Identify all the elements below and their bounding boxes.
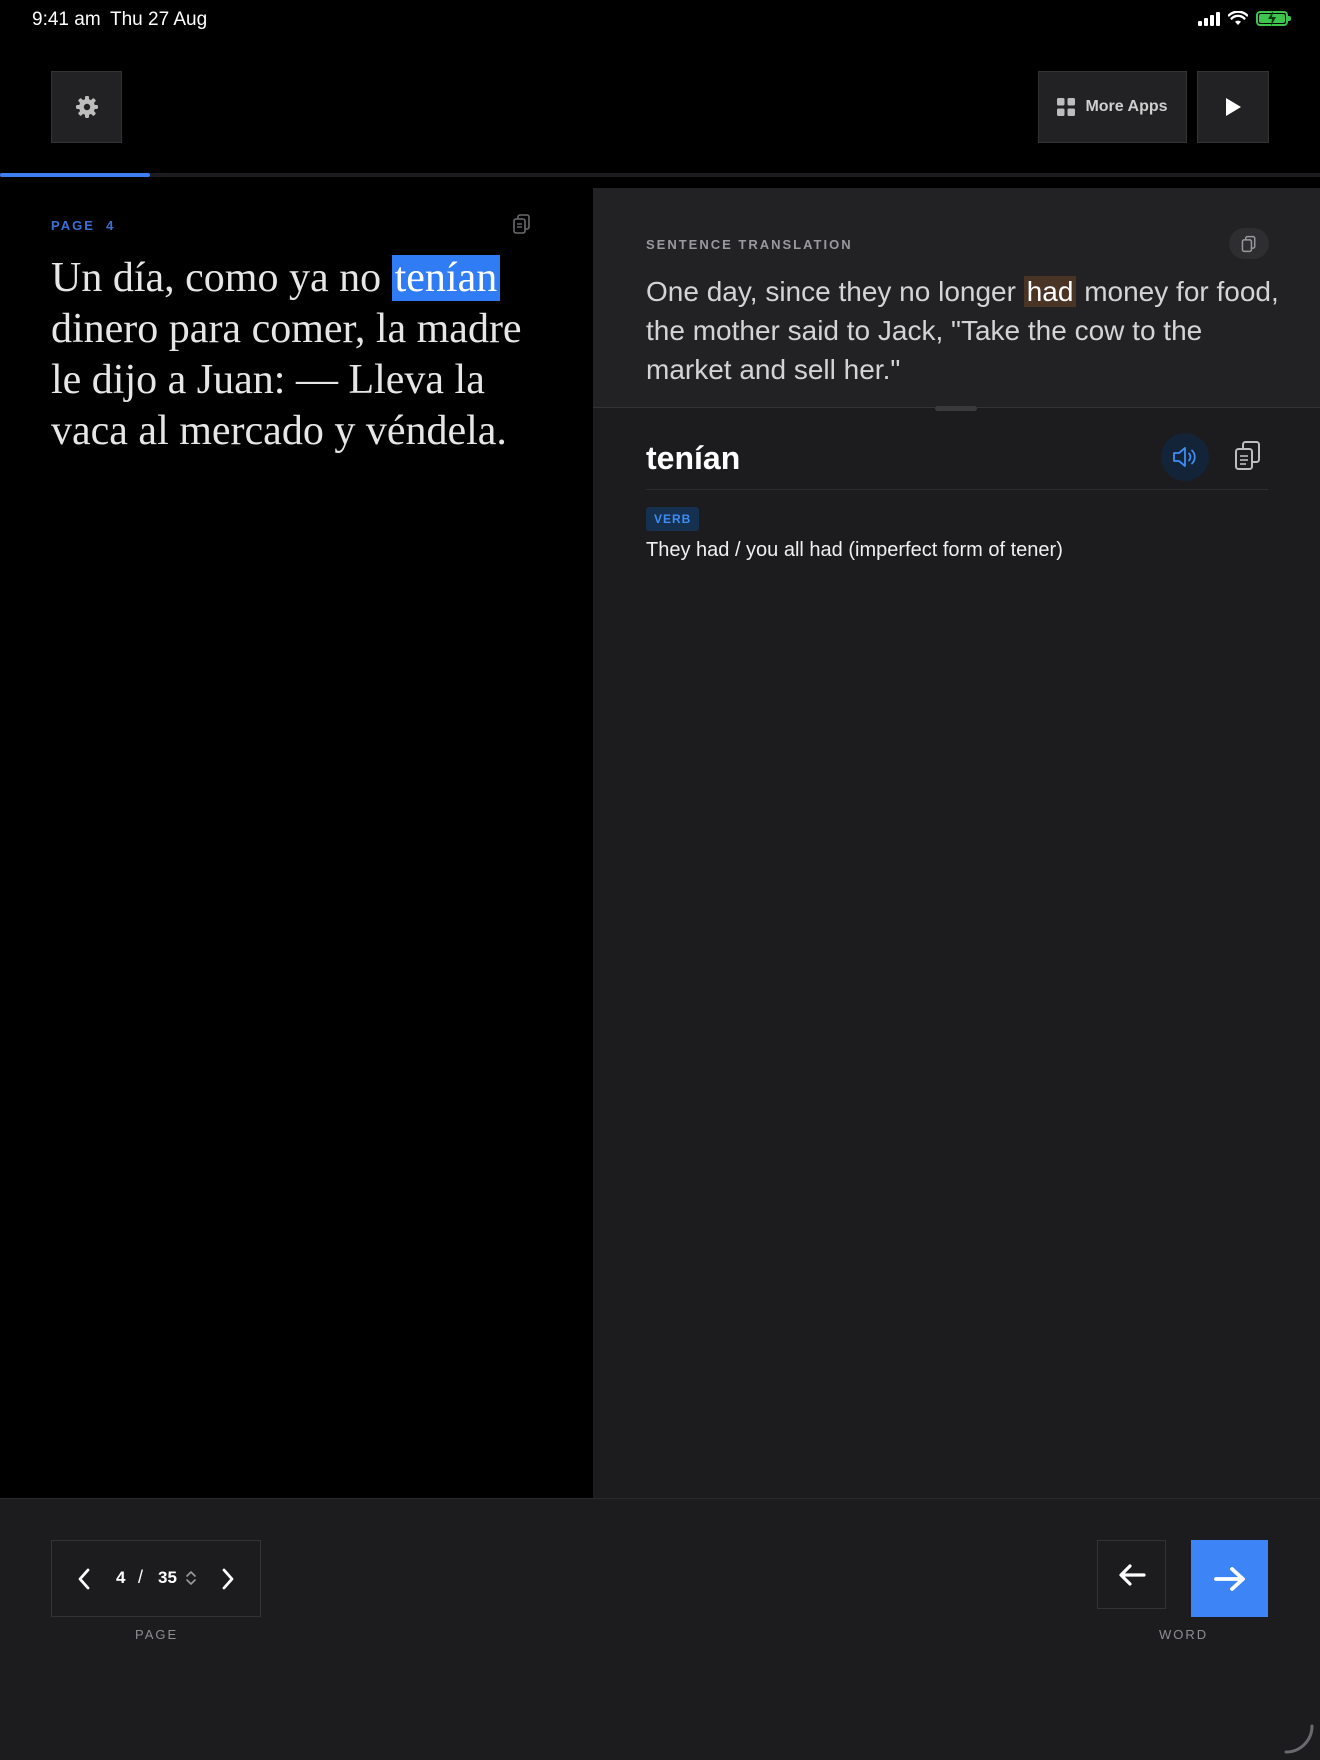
pronounce-button[interactable] (1161, 433, 1209, 481)
copy-icon[interactable] (1233, 440, 1263, 472)
next-word-button[interactable] (1191, 1540, 1268, 1617)
reader-pane: PAGE 4 Un día, como ya no tenían dinero … (0, 188, 593, 1498)
previous-page-button[interactable] (66, 1561, 102, 1597)
drag-handle[interactable] (935, 406, 977, 411)
copy-icon (1241, 235, 1256, 252)
status-bar: 9:41 am Thu 27 Aug (0, 0, 1320, 44)
translated-sentence: One day, since they no longer had money … (646, 272, 1286, 389)
previous-word-button[interactable] (1097, 1540, 1166, 1609)
page-label: PAGE 4 (51, 218, 116, 233)
wifi-icon (1228, 11, 1248, 25)
page-separator: / (138, 1567, 144, 1587)
copy-icon[interactable] (511, 213, 533, 235)
reading-progress-fill (0, 173, 151, 177)
translation-text-before: One day, since they no longer (646, 276, 1024, 307)
selected-word[interactable]: tenían (391, 255, 501, 301)
word-caption: WORD (1159, 1627, 1209, 1642)
spanish-sentence[interactable]: Un día, como ya no tenían dinero para co… (51, 253, 551, 457)
total-pages[interactable]: 35 (158, 1568, 177, 1588)
more-apps-button[interactable]: More Apps (1038, 71, 1187, 143)
sentence-translation-card: SENTENCE TRANSLATION One day, since they… (593, 188, 1320, 411)
chevron-up-down-icon[interactable] (185, 1570, 197, 1586)
battery-charging-icon (1256, 11, 1291, 26)
status-icons (1198, 11, 1291, 26)
sentence-text-after: dinero para comer, la madre le dijo a Ju… (51, 306, 522, 454)
grid-icon (1057, 98, 1076, 116)
arrow-right-icon (1213, 1566, 1245, 1591)
arrow-left-icon (1118, 1563, 1146, 1586)
status-date: Thu 27 Aug (110, 9, 208, 30)
gear-icon (75, 96, 98, 118)
translated-word-highlight: had (1023, 276, 1077, 307)
chevron-left-icon (78, 1568, 90, 1590)
reading-progress-bar (0, 173, 1320, 177)
resize-grip-icon (1284, 1724, 1314, 1754)
next-page-button[interactable] (210, 1561, 246, 1597)
translation-pane: SENTENCE TRANSLATION One day, since they… (593, 188, 1320, 1498)
sentence-text-before: Un día, como ya no (51, 255, 392, 301)
word-title: tenían (646, 440, 741, 476)
divider (646, 489, 1268, 490)
chevron-right-icon (222, 1568, 234, 1590)
cellular-signal-icon (1198, 11, 1220, 26)
bottom-navigation: 4 / 35 PAGE WORD (0, 1498, 1320, 1760)
word-definition: They had / you all had (imperfect form o… (646, 539, 1063, 561)
copy-translation-button[interactable] (1229, 228, 1269, 259)
play-button[interactable] (1197, 71, 1269, 143)
sentence-translation-label: SENTENCE TRANSLATION (646, 237, 853, 252)
status-time: 9:41 am (32, 9, 101, 30)
speaker-icon (1173, 447, 1196, 467)
page-stepper: 4 / 35 (51, 1540, 261, 1617)
settings-button[interactable] (51, 71, 122, 143)
page-caption: PAGE (135, 1627, 179, 1642)
play-icon (1226, 98, 1241, 116)
current-page[interactable]: 4 (116, 1568, 125, 1588)
part-of-speech-badge: VERB (646, 507, 700, 531)
more-apps-label: More Apps (1085, 98, 1168, 115)
